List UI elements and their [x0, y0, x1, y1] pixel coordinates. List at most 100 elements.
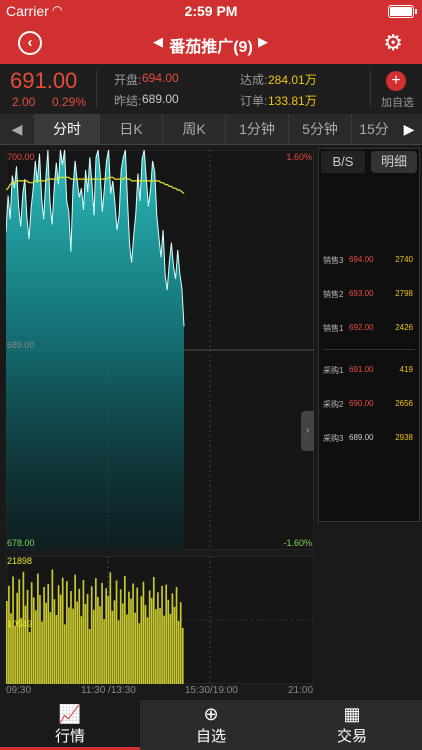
tab-1min[interactable]: 1分钟: [226, 114, 289, 144]
order-value: 133.81万: [268, 94, 317, 108]
volume-bar: [128, 591, 130, 684]
intraday-price-chart[interactable]: 700.00 689.00 678.00 1.60% -1.60%: [6, 150, 314, 550]
bid-name: 采购3: [323, 434, 344, 443]
volume-bar: [95, 578, 97, 684]
volume-bar: [138, 623, 141, 684]
y-max-label: 700.00: [7, 152, 35, 162]
battery-icon: [388, 5, 417, 18]
volume-bar: [76, 601, 79, 684]
volume-bar: [169, 613, 172, 684]
tab-trade-label: 交易: [336, 728, 367, 745]
volume-bar: [146, 617, 149, 684]
volume-bar: [68, 607, 70, 684]
volume-bar: [28, 631, 31, 684]
time-tick: 15:30/19:00: [185, 685, 238, 696]
add-watchlist-label[interactable]: 加自选: [381, 94, 414, 110]
volume-bar: [171, 593, 174, 684]
scroll-right-icon[interactable]: ▶: [396, 114, 422, 144]
volume-bar: [115, 580, 118, 684]
bid-name: 采购1: [323, 366, 344, 375]
open-value: 694.00: [142, 71, 179, 85]
volume-bar: [167, 599, 170, 684]
ask-price: 693.00: [349, 289, 374, 298]
price-change: 2.00: [12, 95, 36, 109]
tab-daily-k[interactable]: 日K: [100, 114, 163, 144]
prev-close-label: 昨结:: [114, 94, 142, 108]
ask-volume: 2740: [395, 255, 413, 264]
bid-volume: 419: [399, 365, 413, 374]
ask-price: 692.00: [349, 323, 374, 332]
volume-bar: [8, 585, 10, 684]
time-tick: 11:30 /13:30: [81, 685, 136, 696]
volume-bar: [30, 582, 33, 684]
bid-price: 690.00: [349, 399, 374, 408]
tab-market[interactable]: 📈 行情: [0, 700, 140, 750]
volume-bar: [117, 620, 120, 684]
volume-chart: 21898 10949: [6, 556, 314, 684]
volume-bar: [123, 575, 126, 684]
volume-bar: [97, 596, 99, 684]
volume-bar: [130, 598, 132, 684]
volume-bar: [74, 574, 76, 684]
volume-bar: [49, 612, 52, 684]
volume-bar: [55, 615, 58, 684]
volume-bar: [175, 586, 178, 684]
volume-bar: [80, 616, 83, 684]
volume-bar: [121, 603, 124, 684]
bid-price: 691.00: [349, 365, 374, 374]
volume-bar: [103, 619, 105, 684]
tab-15min[interactable]: 15分: [352, 114, 397, 144]
open-label: 开盘:: [114, 73, 142, 87]
volume-bar: [84, 603, 87, 684]
tab-market-label: 行情: [54, 728, 85, 745]
volume-bar: [6, 601, 8, 684]
tab-5min[interactable]: 5分钟: [289, 114, 352, 144]
volume-bar: [82, 579, 85, 684]
volume-bar: [155, 609, 157, 684]
volume-bar: [34, 610, 37, 684]
tab-watchlist[interactable]: ⊕ 自选: [141, 700, 281, 750]
volume-bar: [26, 589, 29, 684]
plus-circle-icon: ⊕: [203, 704, 219, 724]
gear-icon[interactable]: ⚙: [383, 30, 403, 56]
divider: [370, 70, 371, 108]
period-tabs: ◀ 分时 日K 周K 1分钟 5分钟 15分 ▶: [0, 114, 422, 145]
volume-bar: [152, 577, 155, 684]
volume-bar: [61, 577, 64, 684]
volume-bar: [107, 595, 110, 684]
add-watchlist-button[interactable]: +: [386, 71, 406, 91]
ask-name: 销售1: [323, 324, 344, 333]
volume-bar: [57, 585, 60, 684]
tab-intraday[interactable]: 分时: [35, 114, 100, 144]
volume-bar: [86, 593, 89, 684]
quote-panel: 691.00 2.00 0.29% 开盘: 694.00 昨结: 689.00 …: [0, 64, 422, 115]
volume-bar: [88, 629, 91, 684]
volume-bar: [66, 581, 68, 684]
volume-bar: [148, 590, 151, 684]
volume-bar: [51, 569, 54, 684]
tab-buy-sell[interactable]: B/S: [321, 151, 365, 173]
order-book-panel: B/S 明细 销售3 694.00 2740 销售2 693.00 2798 销…: [318, 148, 420, 522]
clock: 2:59 PM: [184, 3, 238, 19]
scroll-left-icon[interactable]: ◀: [0, 114, 35, 144]
tab-trade[interactable]: ▦ 交易: [282, 700, 422, 750]
volume-bar: [45, 602, 47, 684]
ask-volume: 2798: [395, 289, 413, 298]
volume-bar: [161, 585, 163, 684]
volume-bar: [181, 627, 184, 684]
next-product-icon[interactable]: ▶: [258, 34, 268, 50]
tab-weekly-k[interactable]: 周K: [163, 114, 226, 144]
vol-mid-label: 10949: [7, 619, 32, 629]
bottom-tab-bar: 📈 行情 ⊕ 自选 ▦ 交易: [0, 700, 422, 750]
volume-bar: [72, 608, 74, 684]
volume-bar: [90, 586, 93, 684]
volume-bar: [47, 584, 50, 684]
order-book-toggle-handle[interactable]: ›: [301, 411, 314, 451]
volume-bar: [32, 597, 35, 684]
volume-bar: [92, 609, 95, 684]
volume-bar: [150, 598, 153, 684]
tab-detail[interactable]: 明细: [371, 151, 417, 173]
ask-price: 694.00: [349, 255, 374, 264]
product-title: 番茄推广(9): [169, 39, 253, 56]
volume-bar: [111, 610, 114, 684]
